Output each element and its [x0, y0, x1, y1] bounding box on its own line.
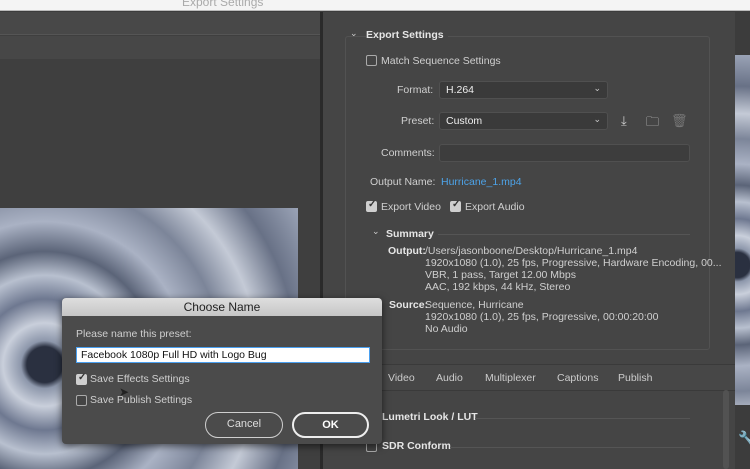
- preset-label: Preset:: [401, 115, 435, 127]
- import-preset-icon[interactable]: 🗀: [646, 113, 659, 135]
- lumetri-section-heading[interactable]: Lumetri Look / LUT: [382, 411, 478, 423]
- summary-divider: [438, 234, 690, 235]
- save-preset-icon[interactable]: ⤓: [621, 113, 627, 129]
- tab-audio[interactable]: Audio: [436, 372, 463, 384]
- delete-preset-icon[interactable]: 🗑: [671, 113, 688, 129]
- sdr-conform-section-heading[interactable]: SDR Conform: [382, 440, 451, 452]
- summary-chevron-icon[interactable]: ⌄: [372, 226, 380, 237]
- match-sequence-label: Match Sequence Settings: [381, 55, 501, 67]
- cancel-button[interactable]: Cancel: [205, 412, 283, 438]
- preview-toolbar: [0, 36, 320, 59]
- output-name-label: Output Name:: [370, 176, 436, 188]
- output-summary-label: Output:: [388, 245, 426, 257]
- choose-name-dialog: Choose Name Please name this preset: Sav…: [62, 298, 382, 444]
- summary-line: Sequence, Hurricane: [425, 299, 524, 311]
- collapse-chevron-icon[interactable]: ⌄: [350, 28, 358, 39]
- summary-line: AAC, 192 kbps, 44 kHz, Stereo: [425, 281, 571, 293]
- format-label: Format:: [397, 84, 434, 96]
- summary-line: No Audio: [425, 323, 468, 335]
- ok-button[interactable]: OK: [292, 412, 369, 438]
- export-video-checkbox[interactable]: [366, 199, 377, 212]
- window-title: Export Settings: [182, 0, 264, 9]
- comments-label: Comments:: [381, 147, 435, 159]
- settings-scrollbar[interactable]: [723, 390, 729, 469]
- source-tab-bar: [0, 12, 320, 35]
- format-select[interactable]: H.264 ⌄: [439, 81, 608, 99]
- save-effects-label: Save Effects Settings: [90, 373, 190, 385]
- window-title-bar: Export Settings: [0, 0, 750, 11]
- chevron-down-icon: ⌄: [593, 83, 601, 93]
- export-settings-heading: Export Settings: [366, 29, 448, 41]
- match-sequence-checkbox[interactable]: [366, 55, 377, 66]
- dialog-title: Choose Name: [62, 298, 382, 316]
- summary-line: 1920x1080 (1.0), 25 fps, Progressive, Ha…: [425, 257, 722, 269]
- format-value: H.264: [446, 84, 475, 96]
- wrench-icon[interactable]: 🔧: [738, 430, 750, 447]
- chevron-down-icon: ⌄: [593, 114, 601, 124]
- summary-line: 1920x1080 (1.0), 25 fps, Progressive, 00…: [425, 311, 659, 323]
- save-publish-checkbox[interactable]: [76, 395, 87, 406]
- export-video-label: Export Video: [381, 201, 441, 213]
- save-publish-label: Save Publish Settings: [90, 394, 193, 406]
- dialog-prompt: Please name this preset:: [76, 328, 192, 340]
- section-divider: [450, 447, 690, 448]
- summary-line: VBR, 1 pass, Target 12.00 Mbps: [425, 269, 576, 281]
- tab-multiplexer[interactable]: Multiplexer: [485, 372, 536, 384]
- settings-tab-bar: Video Audio Multiplexer Captions Publish: [323, 364, 735, 391]
- save-effects-checkbox[interactable]: [76, 372, 87, 385]
- tab-publish[interactable]: Publish: [618, 372, 652, 384]
- tab-captions[interactable]: Captions: [557, 372, 598, 384]
- source-summary-label: Source:: [389, 299, 429, 311]
- section-divider: [475, 418, 690, 419]
- summary-line: /Users/jasonboone/Desktop/Hurricane_1.mp…: [425, 245, 638, 257]
- export-audio-label: Export Audio: [465, 201, 525, 213]
- comments-input[interactable]: [439, 144, 690, 162]
- summary-heading: Summary: [386, 228, 434, 240]
- output-name-link[interactable]: Hurricane_1.mp4: [441, 176, 522, 188]
- mouse-cursor-icon: ➤: [119, 385, 130, 399]
- preset-value: Custom: [446, 115, 483, 127]
- preset-select[interactable]: Custom ⌄: [439, 112, 608, 130]
- background-preview-strip: [735, 55, 750, 405]
- tab-video[interactable]: Video: [388, 372, 415, 384]
- preset-name-input[interactable]: [76, 347, 370, 363]
- export-audio-checkbox[interactable]: [450, 199, 461, 212]
